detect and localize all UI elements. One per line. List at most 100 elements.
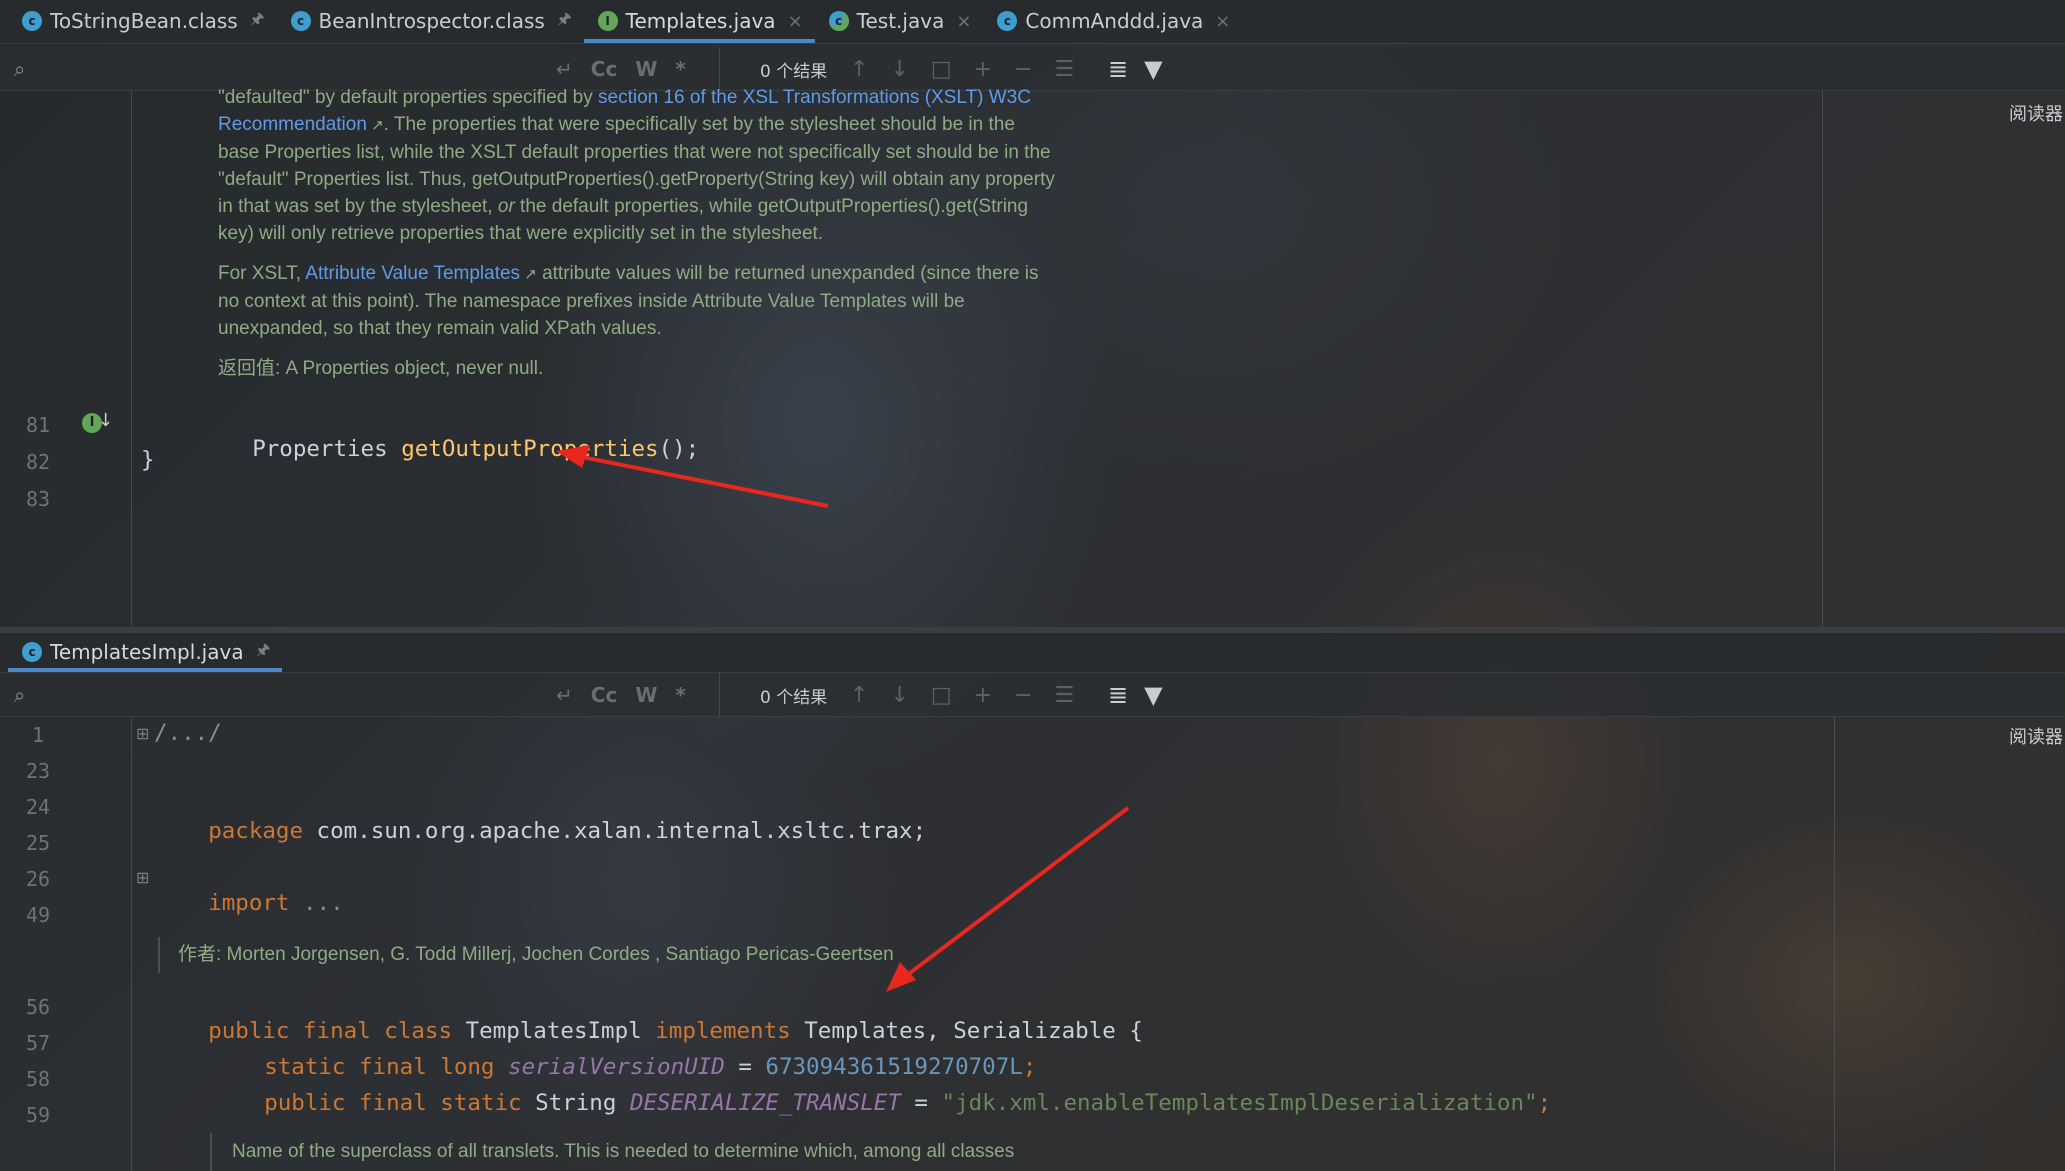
test-class-icon: c bbox=[828, 11, 849, 31]
class-icon: c bbox=[22, 642, 42, 662]
interface-icon: I bbox=[597, 11, 618, 31]
code-punctuation: (); bbox=[658, 436, 700, 462]
next-match-icon[interactable]: ↓ bbox=[890, 57, 908, 82]
operator: = bbox=[900, 1090, 942, 1116]
doc-text: the default properties, while getOutputP… bbox=[514, 196, 1029, 217]
line-number: 26 bbox=[25, 867, 51, 891]
remove-selection-icon[interactable]: − bbox=[1014, 57, 1032, 82]
filter-icon[interactable]: ▼ bbox=[1144, 681, 1162, 709]
top-editor-pane: c ToStringBean.class 🖈︎ c BeanIntrospect… bbox=[0, 0, 2065, 627]
remove-selection-icon[interactable]: − bbox=[1014, 683, 1032, 708]
tab-label: CommAnddd.java bbox=[1025, 9, 1204, 33]
tab-commanddd[interactable]: c CommAnddd.java × bbox=[983, 0, 1242, 43]
prev-match-icon[interactable]: ↑ bbox=[850, 57, 868, 82]
line-number: 81 bbox=[25, 413, 51, 437]
type-name: Properties bbox=[252, 436, 388, 462]
import-block[interactable]: import ... bbox=[154, 864, 343, 942]
tab-label: ToStringBean.class bbox=[50, 9, 238, 33]
type-name: String bbox=[521, 1090, 630, 1116]
package-name: com.sun.org.apache.xalan.internal.xsltc.… bbox=[303, 818, 927, 844]
class-icon: c bbox=[290, 11, 311, 31]
line-number: 83 bbox=[25, 487, 51, 511]
select-all-icon[interactable]: ☰ bbox=[1055, 57, 1075, 82]
doc-text: "defaulted" by default properties specif… bbox=[218, 87, 598, 108]
format-icon[interactable]: ≣ bbox=[1108, 55, 1128, 83]
code-line-82: } bbox=[141, 447, 155, 473]
class-icon: c bbox=[22, 11, 42, 31]
split-divider[interactable] bbox=[0, 627, 2065, 633]
doc-link-recommendation[interactable]: Recommendation bbox=[218, 114, 367, 135]
keyword: import bbox=[208, 890, 290, 916]
line-number: 24 bbox=[25, 795, 51, 819]
tab-test[interactable]: c Test.java × bbox=[815, 0, 984, 43]
fold-expand-icon[interactable]: ⊞ bbox=[136, 724, 149, 743]
doc-text: 作者: Morten Jorgensen, G. Todd Millerj, J… bbox=[178, 944, 894, 965]
open-in-window-icon[interactable]: □ bbox=[931, 683, 952, 708]
line-number: 57 bbox=[25, 1031, 51, 1055]
tab-templates[interactable]: I Templates.java × bbox=[583, 0, 815, 43]
folded-header-comment[interactable]: /.../ bbox=[154, 720, 222, 746]
tab-beanintrospector[interactable]: c BeanIntrospector.class 🖈︎ bbox=[277, 0, 584, 43]
bottom-tab-bar: c TemplatesImpl.java 🖈︎ bbox=[0, 633, 2065, 673]
doc-text: no context at this point). The namespace… bbox=[218, 291, 965, 312]
prev-match-icon[interactable]: ↑ bbox=[850, 683, 868, 708]
add-selection-icon[interactable]: + bbox=[974, 683, 992, 708]
regex-toggle[interactable]: * bbox=[675, 683, 685, 707]
gutter-separator bbox=[131, 717, 132, 1171]
superclass-doc-comment: Name of the superclass of all translets.… bbox=[210, 1133, 1014, 1171]
bottom-editor-pane: c TemplatesImpl.java 🖈︎ ⌕ ↵ Cc W * 0 个结果… bbox=[0, 633, 2065, 1171]
add-selection-icon[interactable]: + bbox=[974, 57, 992, 82]
newline-icon[interactable]: ↵ bbox=[556, 683, 573, 707]
select-all-icon[interactable]: ☰ bbox=[1055, 683, 1075, 708]
match-case-toggle[interactable]: Cc bbox=[591, 683, 618, 707]
doc-text: base Properties list, while the XSLT def… bbox=[218, 142, 1051, 163]
fold-expand-icon[interactable]: ⊞ bbox=[136, 868, 149, 887]
doc-paragraph-1: "defaulted" by default properties specif… bbox=[218, 84, 1224, 247]
line-number: 59 bbox=[25, 1103, 51, 1127]
search-input[interactable] bbox=[35, 684, 536, 706]
whole-words-toggle[interactable]: W bbox=[635, 57, 657, 81]
tab-tostringbean[interactable]: c ToStringBean.class 🖈︎ bbox=[8, 0, 277, 43]
bottom-find-bar: ⌕ ↵ Cc W * 0 个结果 ↑ ↓ □ + − ☰ ≣ ▼ bbox=[0, 673, 2065, 717]
tab-templatesimpl[interactable]: c TemplatesImpl.java 🖈︎ bbox=[8, 632, 283, 672]
find-extra-tools: ≣ ▼ bbox=[1108, 673, 1163, 717]
doc-link-attribute-value-templates[interactable]: Attribute Value Templates bbox=[305, 263, 520, 284]
search-icon: ⌕ bbox=[14, 57, 26, 81]
package-declaration: package com.sun.org.apache.xalan.interna… bbox=[154, 792, 926, 870]
doc-returns: 返回值: A Properties object, never null. bbox=[218, 358, 544, 379]
code-line-81: Properties getOutputProperties(); bbox=[198, 410, 699, 488]
regex-toggle[interactable]: * bbox=[675, 57, 685, 81]
author-doc-comment: 作者: Morten Jorgensen, G. Todd Millerj, J… bbox=[158, 937, 894, 973]
newline-icon[interactable]: ↵ bbox=[556, 57, 573, 81]
pin-icon[interactable]: 🖈︎ bbox=[250, 8, 265, 35]
line-number: 49 bbox=[25, 903, 51, 927]
doc-emphasis: or bbox=[497, 196, 515, 217]
doc-text: key) will only retrieve properties that … bbox=[218, 223, 824, 244]
tab-label: TemplatesImpl.java bbox=[50, 640, 244, 664]
close-icon[interactable]: × bbox=[1215, 11, 1230, 32]
method-name[interactable]: getOutputProperties bbox=[401, 436, 658, 462]
next-match-icon[interactable]: ↓ bbox=[890, 683, 908, 708]
top-tab-bar: c ToStringBean.class 🖈︎ c BeanIntrospect… bbox=[0, 0, 2065, 44]
reader-mode-label[interactable]: 阅读器 bbox=[2009, 723, 2065, 749]
line-number: 25 bbox=[25, 831, 51, 855]
format-icon[interactable]: ≣ bbox=[1108, 681, 1128, 709]
search-input[interactable] bbox=[35, 58, 536, 80]
external-link-icon: ↗ bbox=[520, 266, 537, 283]
doc-link-xslt-section[interactable]: section 16 of the XSL Transformations (X… bbox=[598, 87, 1031, 108]
pin-icon[interactable]: 🖈︎ bbox=[256, 639, 271, 666]
whole-words-toggle[interactable]: W bbox=[635, 683, 657, 707]
pin-icon[interactable]: 🖈︎ bbox=[557, 8, 572, 35]
tab-label: BeanIntrospector.class bbox=[318, 9, 545, 33]
match-case-toggle[interactable]: Cc bbox=[591, 57, 618, 81]
reader-mode-label[interactable]: 阅读器 bbox=[2009, 100, 2065, 126]
filter-icon[interactable]: ▼ bbox=[1144, 55, 1162, 83]
line-number: 82 bbox=[25, 450, 51, 474]
open-in-window-icon[interactable]: □ bbox=[931, 57, 952, 82]
line-number: 1 bbox=[31, 723, 45, 747]
gutter-separator bbox=[131, 91, 132, 627]
close-icon[interactable]: × bbox=[788, 11, 803, 32]
line-number: 58 bbox=[25, 1067, 51, 1091]
close-icon[interactable]: × bbox=[956, 11, 971, 32]
translet-field-line: public final static String DESERIALIZE_T… bbox=[210, 1064, 1551, 1142]
